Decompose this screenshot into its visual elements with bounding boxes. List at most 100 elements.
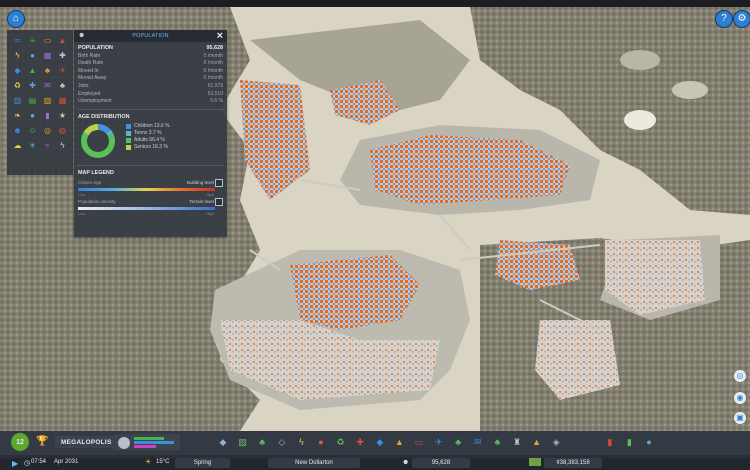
camera-icon[interactable]: ◉: [734, 392, 746, 404]
star-icon[interactable]: ★: [55, 108, 70, 123]
recycle-icon[interactable]: ♻: [335, 436, 347, 448]
sun-icon[interactable]: ☀: [25, 138, 40, 153]
legend-label: Population density: [78, 198, 116, 204]
stat-row: Jobs 61,979: [74, 83, 227, 91]
info-views-grid: ═ ≡ ▭ ▲ ϟ ● ▦ ✚ ◆ ▲ ♣ ✈ ♻ ✚ ✉ ♣ ▥ ▤ ▧ ▦ ❧ ● ▮ ★ ☻ ☺ ◎ ◍ ☁ ☀ ≈ ϟ: [10, 33, 70, 153]
bus-icon[interactable]: ▭: [40, 33, 55, 48]
panel-header: ☻ POPULATION ×: [74, 30, 227, 42]
milestone-badge[interactable]: 12: [11, 433, 29, 451]
medical-icon[interactable]: ✚: [25, 78, 40, 93]
recycle-icon[interactable]: ♻: [10, 78, 25, 93]
status-row: [0, 458, 750, 470]
map-legend-row: Population density Terrain level Low High: [78, 197, 223, 217]
industrial-demand-bar: [134, 445, 156, 448]
gear-icon[interactable]: ⚙: [734, 11, 750, 27]
education-icon[interactable]: ▲: [393, 436, 405, 448]
play-icon[interactable]: ▶: [12, 459, 18, 468]
bank-icon[interactable]: ▤: [25, 93, 40, 108]
road-icon[interactable]: ═: [10, 33, 25, 48]
chart-icon[interactable]: ▮: [604, 436, 616, 448]
stat-value: 5.6 %: [210, 98, 223, 105]
fire-icon[interactable]: ▲: [55, 33, 70, 48]
school-icon[interactable]: ▲: [25, 63, 40, 78]
zone-icon[interactable]: ▧: [40, 93, 55, 108]
smile-icon[interactable]: ☺: [25, 123, 40, 138]
shield-icon[interactable]: ◆: [10, 63, 25, 78]
game-date: Apr 2031: [54, 459, 79, 465]
wind-icon[interactable]: ≈: [40, 138, 55, 153]
water-icon[interactable]: ●: [25, 48, 40, 63]
stat-label: Moved In: [78, 67, 99, 74]
close-icon[interactable]: ×: [217, 30, 223, 42]
stat-value: 61,979: [207, 82, 223, 89]
landmark-icon[interactable]: ♜: [511, 436, 523, 448]
plane-icon[interactable]: ✈: [433, 436, 445, 448]
info-icon[interactable]: ●: [643, 436, 655, 448]
transport-icon[interactable]: ▭: [413, 436, 425, 448]
stat-row: Birth Rate 0 /month: [74, 53, 227, 61]
wrench-icon[interactable]: ✚: [55, 48, 70, 63]
office-icon[interactable]: ▦: [55, 93, 70, 108]
legend-toggle-checkbox[interactable]: [215, 178, 223, 187]
area-icon[interactable]: ◈: [550, 436, 562, 448]
power-icon[interactable]: ϟ: [295, 436, 307, 448]
mail-icon[interactable]: ✉: [472, 436, 484, 448]
legend-swatch: [126, 144, 131, 150]
factory-icon[interactable]: ▥: [10, 93, 25, 108]
legend-swatch: [126, 123, 131, 129]
park-icon[interactable]: ♣: [256, 436, 268, 448]
rail-icon[interactable]: ≡: [25, 33, 40, 48]
commercial-demand-bar: [134, 441, 174, 444]
power-icon[interactable]: ϟ: [10, 48, 25, 63]
pipe-icon[interactable]: ◇: [276, 436, 288, 448]
age-legend-item: Adults 66.4 %: [126, 137, 170, 144]
money-balance[interactable]: ¢38,383,158: [544, 458, 602, 468]
age-legend-item: Children 13.6 %: [126, 123, 170, 130]
legend-toggle-checkbox[interactable]: [215, 197, 223, 206]
graph-icon[interactable]: ▮: [623, 436, 635, 448]
cloud-icon[interactable]: ☁: [10, 138, 25, 153]
book-icon[interactable]: ▮: [40, 108, 55, 123]
info-views-panel: ═ ≡ ▭ ▲ ϟ ● ▦ ✚ ◆ ▲ ♣ ✈ ♻ ✚ ✉ ♣ ▥ ▤ ▧ ▦ ❧ ● ▮ ★ ☻ ☺ ◎ ◍ ☁ ☀ ≈ ϟ: [7, 30, 73, 175]
question-icon[interactable]: ?: [716, 11, 732, 27]
people-icon[interactable]: ☻: [10, 123, 25, 138]
legend-min-label: Low: [78, 210, 86, 216]
road-icon[interactable]: ◆: [217, 436, 229, 448]
zone-icon[interactable]: ▧: [237, 436, 249, 448]
health-icon[interactable]: ✚: [354, 436, 366, 448]
drop-icon[interactable]: ●: [25, 108, 40, 123]
city-label[interactable]: New Dollarton: [268, 458, 360, 468]
water-icon[interactable]: ●: [315, 436, 327, 448]
trophy-icon[interactable]: 🏆: [36, 436, 48, 447]
stat-value: 0 /month: [203, 60, 223, 67]
zone-demand-meter[interactable]: [114, 434, 180, 450]
stat-value: 95,628: [206, 45, 224, 51]
coin-icon[interactable]: ◎: [40, 123, 55, 138]
map-icon[interactable]: ◎: [734, 370, 746, 382]
city-name[interactable]: MEGALOPOLIS: [55, 436, 118, 448]
photo-icon[interactable]: ▣: [734, 412, 746, 424]
demand-icon: [118, 437, 130, 449]
population-count[interactable]: 95,628: [412, 458, 470, 468]
bolt-icon[interactable]: ϟ: [55, 138, 70, 153]
building-icon[interactable]: ▦: [40, 48, 55, 63]
age-legend-item: Seniors 16.3 %: [126, 144, 170, 151]
terraform-icon[interactable]: ▲: [531, 436, 543, 448]
tree-icon[interactable]: ♣: [452, 436, 464, 448]
money-icon: [529, 458, 541, 466]
leaf-icon[interactable]: ❧: [10, 108, 25, 123]
stat-label: Unemployment: [78, 98, 112, 105]
stat-value: 0 /month: [203, 52, 223, 59]
legend-max-label: High: [205, 210, 214, 216]
legend-max-label: High: [205, 191, 214, 197]
divider: [77, 108, 224, 110]
tree-icon[interactable]: ♣: [55, 78, 70, 93]
legend-gradient: [78, 187, 215, 191]
plane-icon[interactable]: ✈: [55, 63, 70, 78]
city-icon[interactable]: ⌂: [8, 11, 24, 27]
mail-icon[interactable]: ✉: [40, 78, 55, 93]
parks-icon[interactable]: ♣: [491, 436, 503, 448]
globe-icon[interactable]: ◍: [55, 123, 70, 138]
police-icon[interactable]: ◆: [374, 436, 386, 448]
park-icon[interactable]: ♣: [40, 63, 55, 78]
